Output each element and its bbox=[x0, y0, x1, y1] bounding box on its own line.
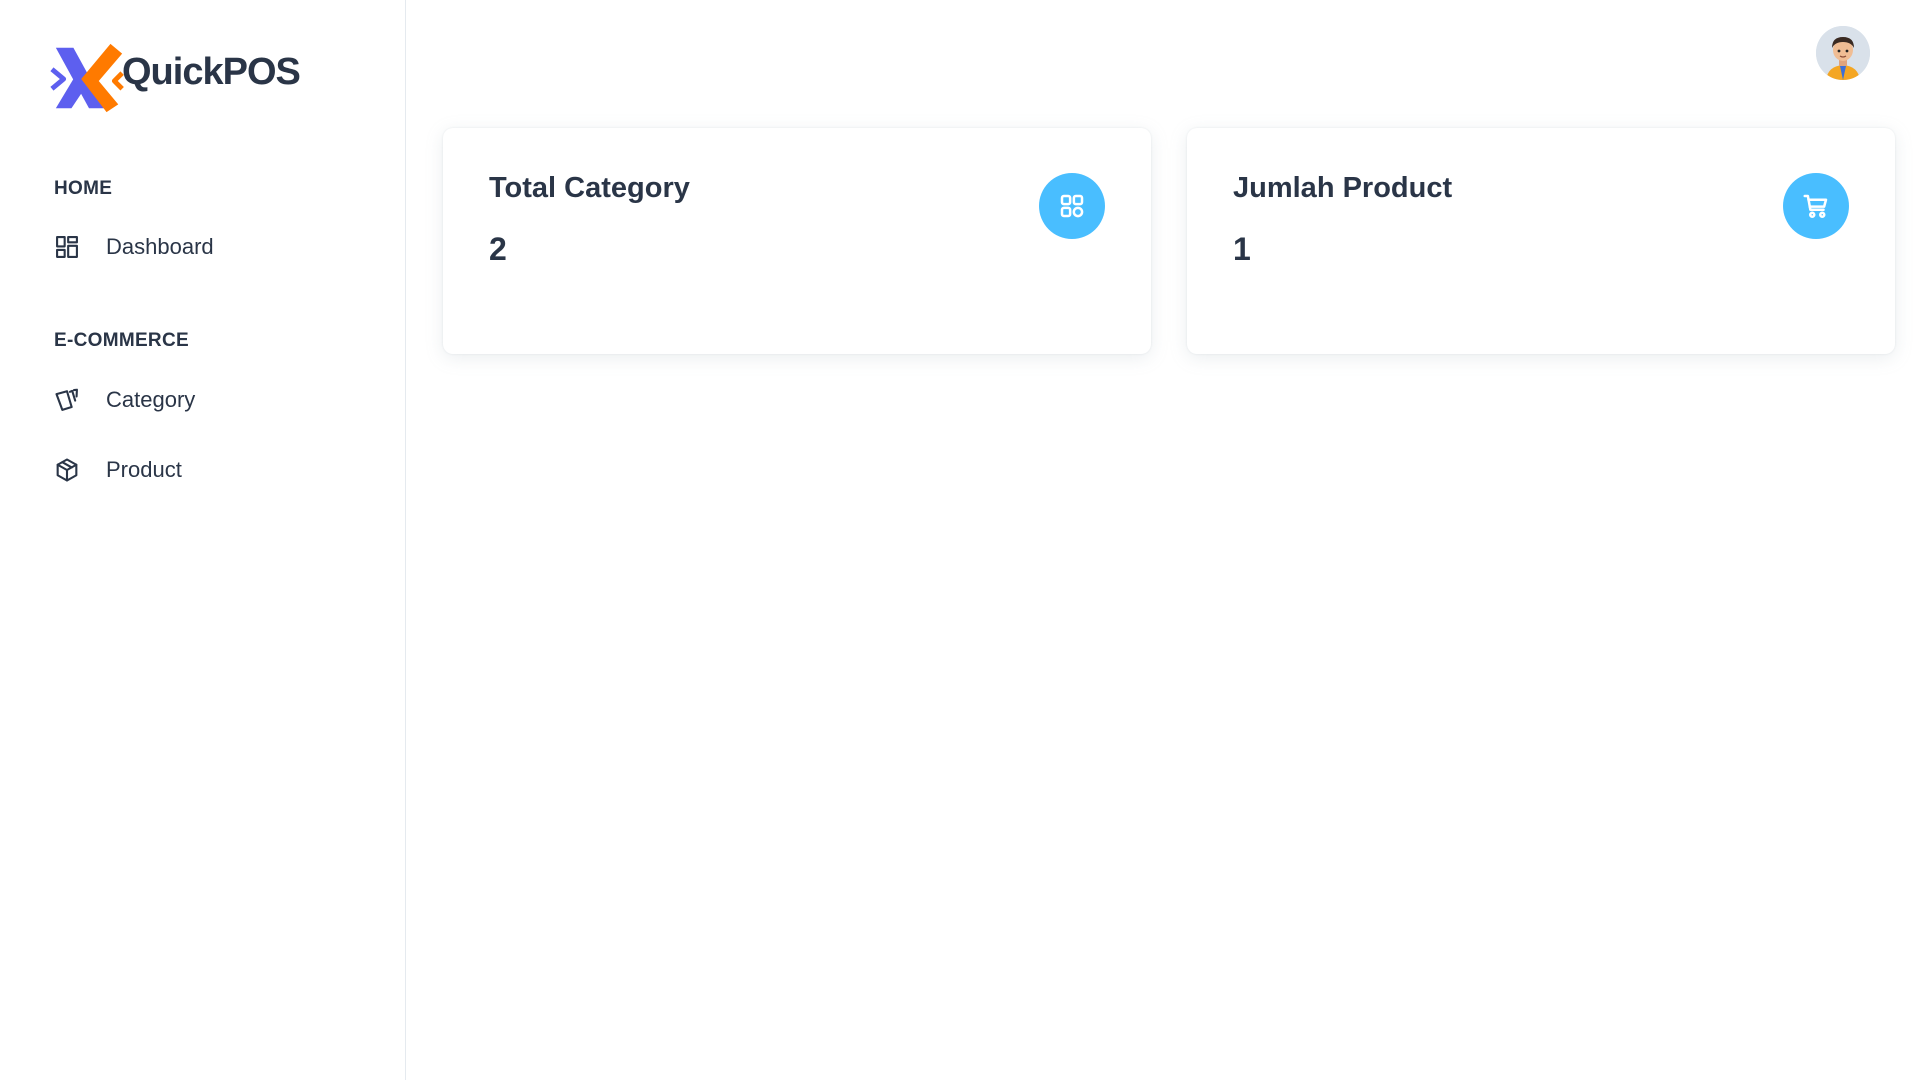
sidebar-item-label: Dashboard bbox=[106, 234, 214, 259]
card-value: 2 bbox=[489, 231, 507, 267]
dashboard-icon bbox=[52, 232, 82, 262]
sidebar-item-label: Product bbox=[106, 457, 182, 482]
brand-logo[interactable]: QuickPOS bbox=[50, 40, 301, 118]
sidebar-item-label: Category bbox=[106, 387, 196, 412]
app-root: QuickPOS HOME Dashboard E-COMMERCE Categ… bbox=[0, 0, 1920, 1080]
sidebar: QuickPOS HOME Dashboard E-COMMERCE Categ… bbox=[0, 0, 406, 1080]
quickpos-logo-icon bbox=[50, 43, 124, 113]
nav-caption-ecommerce: E-COMMERCE bbox=[54, 330, 189, 351]
nav-caption-home: HOME bbox=[54, 178, 113, 199]
shopping-cart-icon bbox=[1783, 173, 1849, 239]
sidebar-item-product[interactable]: Product bbox=[52, 445, 372, 495]
card-value: 1 bbox=[1233, 231, 1251, 267]
box-icon bbox=[52, 455, 82, 485]
card-title: Total Category bbox=[489, 172, 690, 204]
stat-card-jumlah-product: Jumlah Product 1 bbox=[1187, 128, 1895, 354]
stat-card-total-category: Total Category 2 bbox=[443, 128, 1151, 354]
cards-icon bbox=[52, 385, 82, 415]
brand-name: QuickPOS bbox=[122, 50, 301, 93]
sidebar-item-category[interactable]: Category bbox=[52, 375, 372, 425]
category-grid-icon bbox=[1039, 173, 1105, 239]
user-avatar[interactable] bbox=[1816, 26, 1870, 80]
avatar-icon bbox=[1816, 26, 1870, 80]
sidebar-item-dashboard[interactable]: Dashboard bbox=[52, 222, 372, 272]
card-title: Jumlah Product bbox=[1233, 172, 1453, 204]
